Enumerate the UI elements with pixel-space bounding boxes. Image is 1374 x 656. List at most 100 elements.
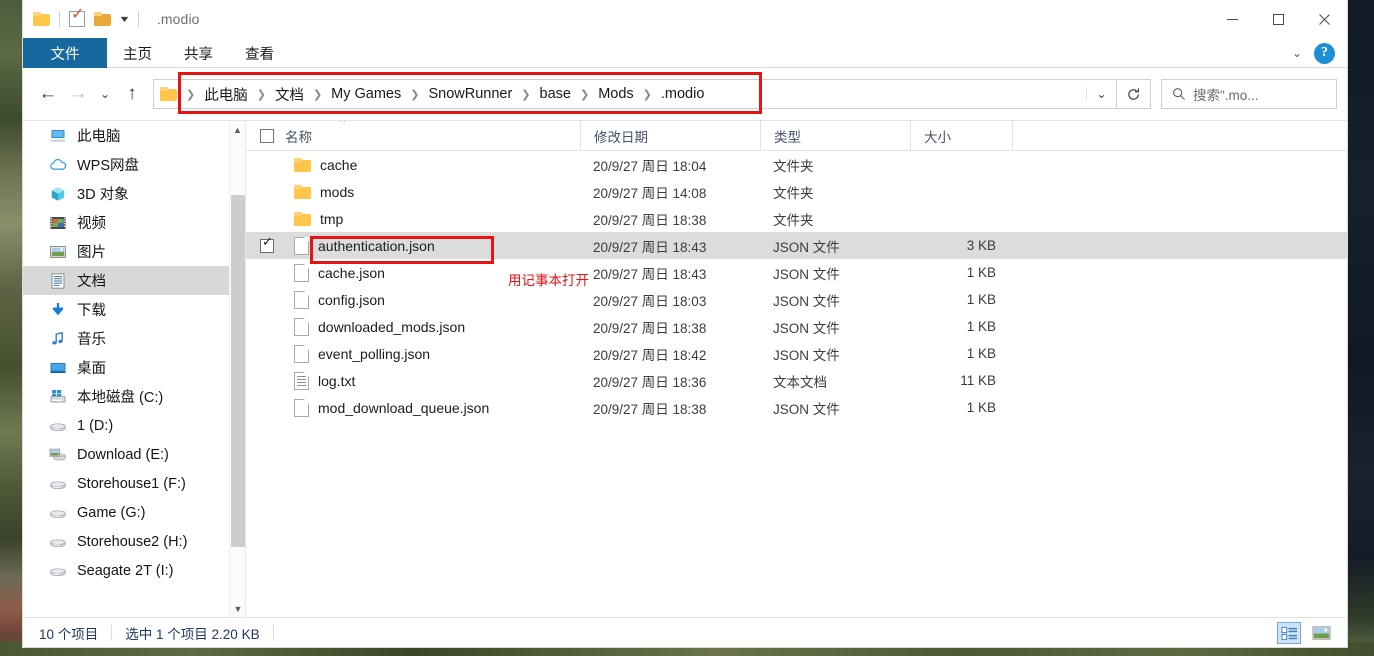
sidebar-item-4[interactable]: 图片 <box>23 237 245 266</box>
breadcrumb-separator-4[interactable]: ❯ <box>516 88 535 101</box>
file-name: mods <box>320 183 355 200</box>
close-icon[interactable] <box>1301 0 1347 38</box>
sidebar-item-14[interactable]: Storehouse2 (H:) <box>23 527 245 556</box>
column-header-date[interactable]: 修改日期 <box>580 121 760 151</box>
address-dropdown-icon[interactable]: ⌄ <box>1086 87 1116 101</box>
table-row[interactable]: authentication.json 20/9/27 周日 18:43 JSON … <box>246 232 1347 259</box>
sidebar-item-label: 音乐 <box>77 332 106 348</box>
recent-locations-button[interactable]: ⌄ <box>93 79 117 109</box>
up-button[interactable]: ↑ <box>117 79 147 109</box>
cloud-icon <box>49 156 67 174</box>
main-content: 此电脑 WPS网盘 3D 对象 视频 图片 文档 下载 音乐 桌面 本地磁盘 (… <box>23 120 1347 617</box>
drive-icon <box>49 417 67 435</box>
table-row[interactable]: mods 20/9/27 周日 14:08 文件夹 <box>246 178 1347 205</box>
forward-button[interactable]: → <box>63 79 93 109</box>
sidebar-item-1[interactable]: WPS网盘 <box>23 150 245 179</box>
table-row[interactable]: mod_download_queue.json 20/9/27 周日 18:38 J… <box>246 394 1347 421</box>
table-row[interactable]: event_polling.json 20/9/27 周日 18:42 JSON 文… <box>246 340 1347 367</box>
cell-date: 20/9/27 周日 18:42 <box>593 347 707 363</box>
desktop-wallpaper-right <box>1346 0 1374 656</box>
properties-icon[interactable] <box>69 7 85 27</box>
breadcrumb-item-documents[interactable]: 文档 <box>271 84 308 105</box>
sidebar-item-7[interactable]: 音乐 <box>23 324 245 353</box>
address-folder-icon <box>160 87 177 101</box>
select-all-checkbox[interactable] <box>260 128 274 143</box>
folder-icon <box>294 157 311 172</box>
tab-share[interactable]: 共享 <box>168 38 229 68</box>
cell-date: 20/9/27 周日 18:03 <box>593 293 707 309</box>
sidebar-item-15[interactable]: Seagate 2T (I:) <box>23 556 245 585</box>
breadcrumb-item-mods[interactable]: Mods <box>594 86 637 102</box>
breadcrumb-item-this-pc[interactable]: 此电脑 <box>200 84 252 105</box>
breadcrumb-separator-0[interactable]: ❯ <box>181 88 200 101</box>
table-row[interactable]: log.txt 20/9/27 周日 18:36 文本文档 11 KB <box>246 367 1347 394</box>
breadcrumb-item-my-games[interactable]: My Games <box>327 86 405 102</box>
scroll-up-icon[interactable]: ▲ <box>230 121 245 138</box>
breadcrumb-separator-5[interactable]: ❯ <box>575 88 594 101</box>
cell-name: log.txt <box>246 371 580 390</box>
json-file-icon <box>294 290 309 309</box>
tab-home[interactable]: 主页 <box>107 38 168 68</box>
details-view-button[interactable] <box>1277 622 1301 644</box>
chevron-down-icon[interactable]: ⌄ <box>1292 46 1302 60</box>
table-row[interactable]: cache 20/9/27 周日 18:04 文件夹 <box>246 151 1347 178</box>
breadcrumb-separator-2[interactable]: ❯ <box>308 88 327 101</box>
column-header-name[interactable]: 名称 <box>246 121 580 151</box>
sidebar-item-13[interactable]: Game (G:) <box>23 498 245 527</box>
sidebar-item-2[interactable]: 3D 对象 <box>23 179 245 208</box>
json-file-icon <box>294 236 309 255</box>
table-row[interactable]: downloaded_mods.json 20/9/27 周日 18:38 JSON… <box>246 313 1347 340</box>
window-controls <box>1209 0 1347 38</box>
sidebar-item-label: 1 (D:) <box>77 417 114 434</box>
minimize-icon[interactable] <box>1209 0 1255 38</box>
drive-icon <box>49 504 67 522</box>
row-checkbox[interactable] <box>260 237 274 253</box>
breadcrumb-separator-3[interactable]: ❯ <box>405 88 424 101</box>
sidebar-item-5[interactable]: 文档 <box>23 266 245 295</box>
text-file-icon <box>294 371 309 390</box>
sidebar-item-6[interactable]: 下载 <box>23 295 245 324</box>
sidebar-item-11[interactable]: Download (E:) <box>23 440 245 469</box>
table-row[interactable]: config.json 20/9/27 周日 18:03 JSON 文件 1 KB <box>246 286 1347 313</box>
sidebar-item-8[interactable]: 桌面 <box>23 353 245 382</box>
sidebar-item-10[interactable]: 1 (D:) <box>23 411 245 440</box>
sidebar-item-12[interactable]: Storehouse1 (F:) <box>23 469 245 498</box>
status-divider-2 <box>272 624 274 641</box>
scrollbar-thumb[interactable] <box>231 195 245 547</box>
sidebar-item-0[interactable]: 此电脑 <box>23 121 245 150</box>
customize-caret-icon[interactable]: ▼ <box>118 14 130 24</box>
scroll-down-icon[interactable]: ▼ <box>230 600 245 617</box>
new-folder-icon[interactable] <box>94 12 111 26</box>
cell-name: cache <box>246 157 580 173</box>
cell-date: 20/9/27 周日 18:43 <box>593 239 707 255</box>
navigation-scrollbar[interactable]: ▲ ▼ <box>229 121 245 617</box>
json-file-icon <box>294 398 309 417</box>
back-button[interactable]: ← <box>33 79 63 109</box>
column-header-size[interactable]: 大小 <box>910 121 1012 151</box>
refresh-button[interactable] <box>1117 79 1151 109</box>
status-divider-1 <box>111 624 113 641</box>
breadcrumb-separator-1[interactable]: ❯ <box>252 88 271 101</box>
breadcrumb-item-modio[interactable]: .modio <box>657 86 709 102</box>
folder-icon[interactable] <box>33 12 50 26</box>
computer-icon <box>49 127 67 145</box>
breadcrumb-address-box[interactable]: ❯ 此电脑 ❯ 文档 ❯ My Games ❯ SnowRunner ❯ bas… <box>153 79 1117 109</box>
sidebar-item-label: 本地磁盘 (C:) <box>77 390 164 406</box>
breadcrumb-separator-6[interactable]: ❯ <box>638 88 657 101</box>
breadcrumb-item-base[interactable]: base <box>536 86 575 102</box>
table-row[interactable]: cache.json 20/9/27 周日 18:43 JSON 文件 1 KB <box>246 259 1347 286</box>
column-header-type[interactable]: 类型 <box>760 121 910 151</box>
help-icon[interactable]: ? <box>1314 42 1335 64</box>
tab-file[interactable]: 文件 <box>23 38 107 68</box>
sidebar-item-3[interactable]: 视频 <box>23 208 245 237</box>
search-input[interactable]: 搜索".mo... <box>1161 79 1337 109</box>
large-icons-view-button[interactable] <box>1309 622 1333 644</box>
table-row[interactable]: tmp 20/9/27 周日 18:38 文件夹 <box>246 205 1347 232</box>
sidebar-item-9[interactable]: 本地磁盘 (C:) <box>23 382 245 411</box>
annotation-note: 用记事本打开 <box>508 273 589 288</box>
desktop-wallpaper-left <box>0 0 24 656</box>
tab-view[interactable]: 查看 <box>229 38 290 68</box>
maximize-icon[interactable] <box>1255 0 1301 38</box>
cell-date: 20/9/27 周日 14:08 <box>593 185 707 201</box>
breadcrumb-item-snowrunner[interactable]: SnowRunner <box>424 86 516 102</box>
